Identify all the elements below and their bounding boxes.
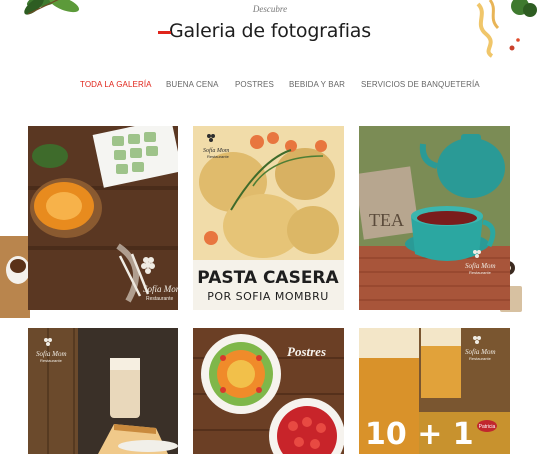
photo-logo: Sofía Mom [465,348,496,356]
gallery-photo-pumpkin[interactable]: Sofía Mom Restaurante [28,126,178,310]
gallery-photo-pasta[interactable]: Sofía Mom Restaurante PASTA CASERA POR S… [193,126,344,310]
desserts-caption: Postres [287,344,326,359]
filter-all[interactable]: TODA LA GALERÍA [80,80,152,89]
photo-logo-sub: Restaurante [207,154,230,159]
photo-logo: Sofía Mom [143,284,178,294]
pasta-banner-title: PASTA CASERA [197,268,339,288]
photo-logo: Sofía Mom [36,350,67,358]
filter-dinner[interactable]: BUENA CENA [166,80,219,89]
filter-drinks-bar[interactable]: BEBIDA Y BAR [289,80,345,89]
page-title-text: Galeria de fotografias [169,20,371,42]
gallery-photo-latte[interactable]: Sofía Mom Restaurante [28,328,178,454]
filter-catering[interactable]: SERVICIOS DE BANQUETERÍA [361,80,480,89]
coffee-cup-decoration [0,236,30,318]
photo-logo-sub: Restaurante [469,356,492,361]
tea-box-label: TEA [369,210,404,230]
pasta-banner-subtitle: POR SOFIA MOMBRU [207,290,329,303]
photo-logo-sub: Restaurante [40,358,63,363]
photo-logo: Sofía Mom [203,147,230,154]
beer-promo-text: 10 + 1 [365,417,474,452]
gallery-filter-nav: TODA LA GALERÍA BUENA CENA POSTRES BEBID… [0,80,540,94]
title-accent-bar [158,31,172,34]
gallery-photo-desserts[interactable]: Postres [193,328,344,454]
photo-logo-sub: Restaurante [469,270,492,275]
gallery-photo-tea[interactable]: TEA Sofía Mom Restaurante [359,126,510,310]
beer-brand-badge: Patricia [479,424,496,430]
photo-logo-sub: Restaurante [146,296,173,302]
filter-desserts[interactable]: POSTRES [235,80,274,89]
gallery-photo-beer[interactable]: Sofía Mom Restaurante 10 + 1 Patricia [359,328,510,454]
section-eyebrow: Descubre [252,4,288,14]
page-title: Galeria de fotografias [158,20,371,42]
photo-logo: Sofía Mom [465,262,496,270]
